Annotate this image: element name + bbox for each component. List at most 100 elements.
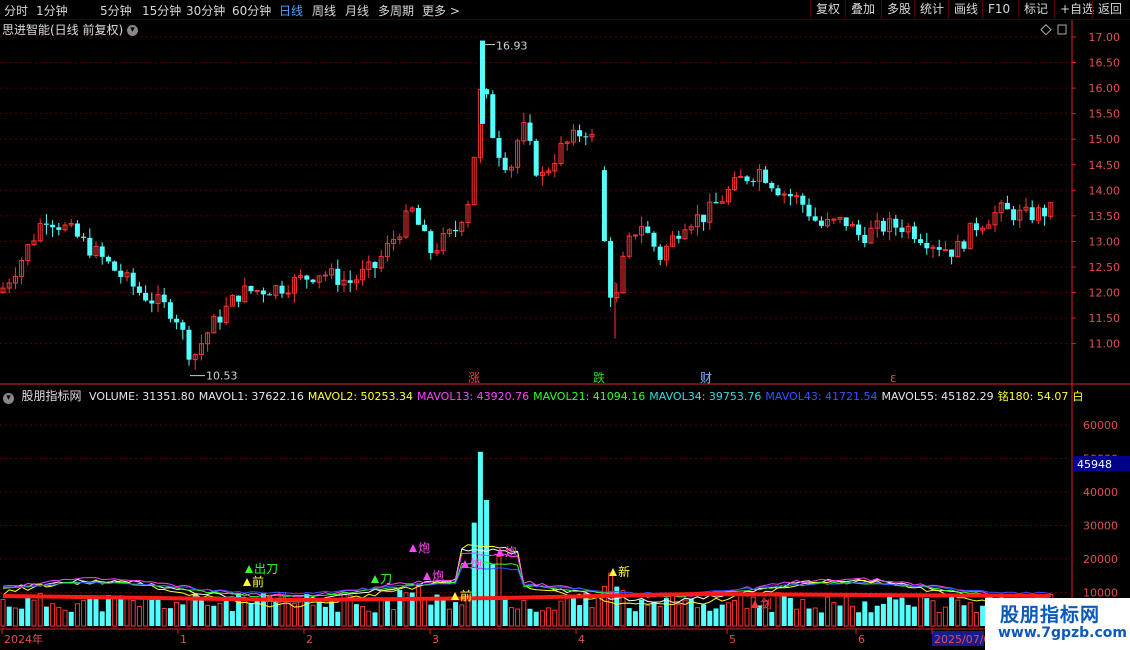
- toolbar-button-1[interactable]: 叠加: [845, 0, 880, 19]
- main-chart-title[interactable]: 思进智能(日线 前复权) ▾: [2, 21, 139, 38]
- time-axis-label: 2024年: [4, 632, 43, 646]
- tab-0[interactable]: 分时: [4, 2, 28, 19]
- price-axis-label: 13.00: [1089, 235, 1121, 248]
- toolbar-button-2[interactable]: 多股: [881, 0, 916, 19]
- event-marker: ε: [890, 371, 897, 385]
- signal-triangle: [496, 548, 504, 556]
- candle-body: [608, 241, 614, 298]
- volume-bar: [459, 604, 465, 627]
- tab-9[interactable]: 多周期: [378, 2, 414, 19]
- vol-header-value-4: MAVOL21: 41094.16: [533, 390, 646, 403]
- volume-bar: [558, 600, 564, 627]
- time-axis-label: 1: [180, 633, 187, 646]
- toolbar-button-0[interactable]: 复权: [810, 0, 845, 19]
- toolbar-button-5[interactable]: F10: [982, 0, 1015, 19]
- toolbar-button-8[interactable]: 返回: [1092, 0, 1127, 19]
- volume-bar: [887, 593, 893, 626]
- volume-bar: [74, 603, 80, 627]
- volume-bar: [570, 597, 576, 626]
- tab-6[interactable]: 日线: [279, 2, 303, 19]
- time-axis-label: 6: [858, 633, 865, 646]
- toolbar-button-3[interactable]: 统计: [914, 0, 949, 19]
- vol-header-value-2: MAVOL2: 50253.34: [307, 390, 414, 403]
- volume-bar: [136, 606, 142, 627]
- volume-bar: [391, 609, 397, 627]
- volume-bar: [254, 600, 260, 626]
- candle-body: [50, 224, 56, 228]
- volume-bar: [880, 603, 886, 626]
- tab-7[interactable]: 周线: [312, 2, 336, 19]
- volume-bar: [701, 604, 707, 626]
- tab-10[interactable]: 更多 >: [422, 2, 460, 19]
- candle-body: [645, 226, 651, 233]
- indicator-dropdown-icon[interactable]: ▾: [3, 393, 14, 404]
- price-axis-label: 14.00: [1089, 184, 1121, 197]
- candle-body: [285, 292, 291, 295]
- candle-body: [136, 286, 142, 293]
- volume-bar: [223, 600, 229, 626]
- volume-bar: [502, 597, 508, 626]
- price-axis-label: 13.50: [1089, 210, 1121, 223]
- signal-label: 炮: [505, 545, 517, 559]
- time-axis-label: 4: [578, 633, 585, 646]
- candle-body: [1011, 209, 1017, 221]
- candle-body: [787, 194, 793, 197]
- volume-bar: [112, 596, 118, 627]
- candle-body: [279, 285, 285, 294]
- volume-bar: [589, 607, 595, 627]
- candle-body: [372, 261, 378, 269]
- volume-bar: [81, 600, 87, 627]
- volume-bar: [787, 597, 793, 626]
- volume-bar: [905, 604, 911, 626]
- volume-bar: [936, 611, 942, 627]
- candle-body: [1004, 202, 1010, 210]
- event-marker: 财: [700, 371, 712, 385]
- volume-bar: [360, 605, 366, 627]
- candle-body: [1042, 207, 1048, 217]
- stock-title: 思进智能(日线 前复权): [2, 23, 124, 37]
- volume-bar: [942, 606, 948, 627]
- tab-8[interactable]: 月线: [345, 2, 369, 19]
- candle-body: [856, 224, 862, 235]
- indicator-name[interactable]: 股朋指标网: [22, 389, 82, 403]
- volume-bar: [143, 596, 149, 627]
- volume-bar: [924, 598, 930, 626]
- high-price-label: 16.93: [496, 40, 528, 53]
- volume-bar: [849, 605, 855, 627]
- volume-bar: [546, 607, 552, 627]
- volume-bar: [180, 604, 186, 626]
- price-axis-label: 16.00: [1089, 82, 1121, 95]
- candle-body: [918, 239, 924, 243]
- volume-bar: [0, 599, 6, 627]
- volume-bar: [161, 607, 167, 627]
- toolbar-button-4[interactable]: 画线: [948, 0, 983, 19]
- candle-body: [843, 217, 849, 227]
- tab-3[interactable]: 15分钟: [142, 2, 181, 19]
- candle-body: [862, 234, 868, 243]
- volume-bar: [298, 600, 304, 627]
- tab-1[interactable]: 1分钟: [36, 2, 68, 19]
- volume-bar: [831, 602, 837, 627]
- candle-body: [167, 302, 173, 319]
- tab-2[interactable]: 5分钟: [100, 2, 132, 19]
- volume-bar: [961, 605, 967, 626]
- candle-body: [99, 246, 105, 257]
- tab-4[interactable]: 30分钟: [186, 2, 225, 19]
- candle-body: [818, 220, 824, 226]
- volume-bar: [732, 599, 738, 627]
- volume-bar: [62, 609, 68, 627]
- volume-bar: [707, 610, 713, 626]
- candle-body: [651, 232, 657, 247]
- tab-5[interactable]: 60分钟: [232, 2, 271, 19]
- ma-line-55: [2, 591, 1051, 603]
- volume-bar: [186, 598, 192, 627]
- vol-header-value-3: MAVOL13: 43920.76: [417, 390, 530, 403]
- candle-body: [899, 227, 905, 232]
- candle-body: [1029, 207, 1035, 221]
- chart-canvas[interactable]: 17.00 16.50 16.00 15.50 15.00 14.50 14.00 13.50…: [0, 0, 1130, 650]
- title-dropdown-icon[interactable]: ▾: [127, 25, 139, 36]
- toolbar-button-6[interactable]: 标记: [1018, 0, 1053, 19]
- candle-body: [775, 188, 781, 196]
- candle-body: [942, 249, 948, 252]
- candle-body: [527, 122, 533, 141]
